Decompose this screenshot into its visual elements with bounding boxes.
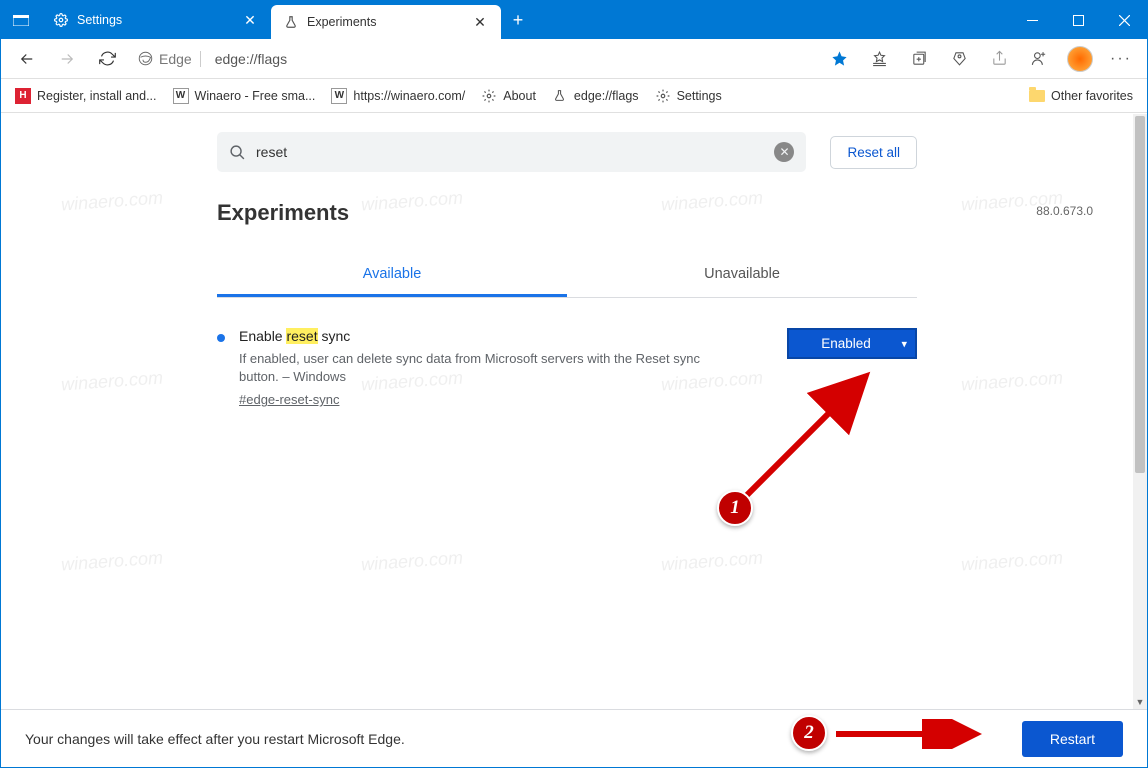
shopping-icon[interactable] (941, 43, 977, 75)
tab-title: Experiments (307, 15, 463, 29)
search-input[interactable] (256, 144, 764, 160)
bookmark-item[interactable]: About (481, 88, 536, 104)
select-value: Enabled (821, 336, 871, 351)
flag-anchor-link[interactable]: #edge-reset-sync (239, 392, 339, 407)
gear-icon (481, 88, 497, 104)
bookmark-item[interactable]: Settings (655, 88, 722, 104)
favorite-star-icon[interactable] (821, 43, 857, 75)
flask-icon (283, 14, 299, 30)
gear-icon (655, 88, 671, 104)
flag-state-select[interactable]: Enabled ▾ (787, 328, 917, 359)
maximize-button[interactable] (1055, 1, 1101, 39)
menu-button[interactable]: ··· (1103, 43, 1139, 75)
bookmark-item[interactable]: H Register, install and... (15, 88, 157, 104)
flags-tabs: Available Unavailable (217, 254, 917, 298)
other-favorites[interactable]: Other favorites (1029, 89, 1133, 103)
page-title: Experiments (217, 200, 917, 226)
address-url: edge://flags (207, 51, 287, 67)
bookmark-label: Winaero - Free sma... (195, 89, 316, 103)
bookmark-item[interactable]: edge://flags (552, 88, 639, 104)
flask-icon (552, 88, 568, 104)
refresh-button[interactable] (89, 43, 125, 75)
page-content: ✕ Reset all Experiments 88.0.673.0 Avail… (1, 114, 1133, 709)
browser-toolbar: Edge edge://flags ··· (1, 39, 1147, 79)
collections-icon[interactable] (901, 43, 937, 75)
window-controls (1009, 1, 1147, 39)
bookmark-label: Register, install and... (37, 89, 157, 103)
gear-icon (53, 12, 69, 28)
folder-icon (1029, 90, 1045, 102)
back-button[interactable] (9, 43, 45, 75)
bookmark-icon: W (173, 88, 189, 104)
tab-experiments[interactable]: Experiments ✕ (271, 5, 501, 39)
flag-row: Enable reset sync If enabled, user can d… (217, 328, 917, 409)
flag-description: If enabled, user can delete sync data fr… (239, 350, 709, 386)
taskview-icon[interactable] (1, 1, 41, 39)
bookmark-item[interactable]: W https://winaero.com/ (331, 88, 465, 104)
annotation-badge-1: 1 (717, 490, 753, 526)
vertical-scrollbar[interactable]: ▲ ▼ (1133, 114, 1147, 709)
edge-logo-icon (137, 51, 153, 67)
restart-message: Your changes will take effect after you … (25, 731, 405, 747)
annotation-badge-2: 2 (791, 715, 827, 751)
restart-button[interactable]: Restart (1022, 721, 1123, 757)
scrollbar-thumb[interactable] (1135, 116, 1145, 473)
bookmark-item[interactable]: W Winaero - Free sma... (173, 88, 316, 104)
bookmark-icon: W (331, 88, 347, 104)
share-icon[interactable] (981, 43, 1017, 75)
bookmark-label: Settings (677, 89, 722, 103)
bookmark-label: About (503, 89, 536, 103)
close-window-button[interactable] (1101, 1, 1147, 39)
tab-available[interactable]: Available (217, 254, 567, 297)
tab-title: Settings (77, 13, 233, 27)
bookmark-label: edge://flags (574, 89, 639, 103)
forward-button[interactable] (49, 43, 85, 75)
profile-icon[interactable] (1021, 43, 1057, 75)
restart-bar: Your changes will take effect after you … (1, 709, 1147, 767)
bookmarks-bar: H Register, install and... W Winaero - F… (1, 79, 1147, 113)
reset-all-button[interactable]: Reset all (830, 136, 917, 169)
tab-settings[interactable]: Settings ✕ (41, 1, 271, 39)
user-avatar[interactable] (1067, 46, 1093, 72)
flag-title: Enable reset sync (239, 328, 773, 344)
flag-indicator-icon (217, 334, 225, 342)
address-app-label: Edge (159, 51, 201, 67)
bookmark-icon: H (15, 88, 31, 104)
clear-search-button[interactable]: ✕ (774, 142, 794, 162)
scroll-down-icon[interactable]: ▼ (1133, 695, 1147, 709)
window-titlebar: Settings ✕ Experiments ✕ + (1, 1, 1147, 39)
address-bar[interactable]: Edge edge://flags (129, 44, 817, 74)
search-box[interactable]: ✕ (217, 132, 806, 172)
favorites-list-icon[interactable] (861, 43, 897, 75)
minimize-button[interactable] (1009, 1, 1055, 39)
bookmark-label: Other favorites (1051, 89, 1133, 103)
new-tab-button[interactable]: + (501, 1, 535, 39)
search-icon (229, 144, 246, 161)
version-label: 88.0.673.0 (1036, 204, 1093, 218)
tab-unavailable[interactable]: Unavailable (567, 254, 917, 297)
close-icon[interactable]: ✕ (241, 11, 259, 29)
bookmark-label: https://winaero.com/ (353, 89, 465, 103)
chevron-down-icon: ▾ (901, 337, 907, 350)
close-icon[interactable]: ✕ (471, 13, 489, 31)
